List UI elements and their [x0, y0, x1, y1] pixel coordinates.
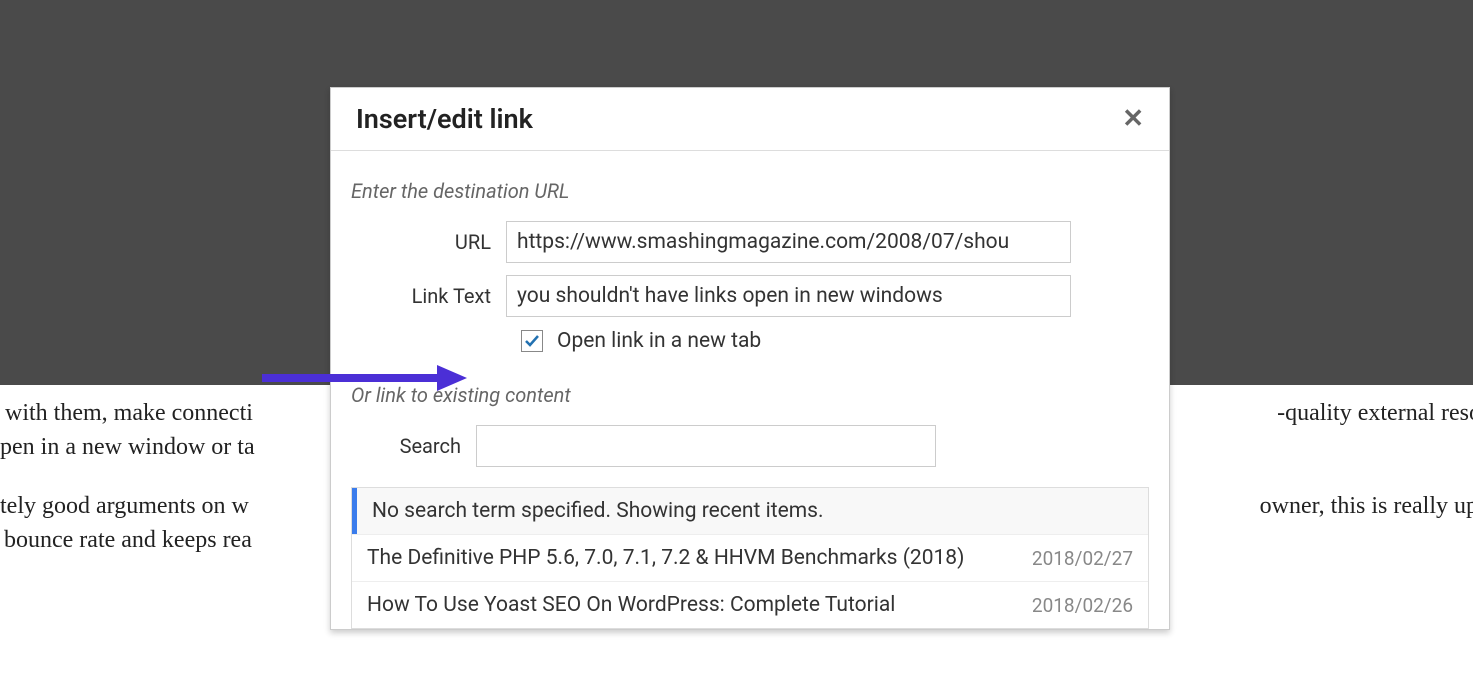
close-icon[interactable]: ✕ — [1122, 106, 1144, 132]
bg-text: bounce rate and keeps rea — [4, 527, 252, 554]
results-placeholder: No search term specified. Showing recent… — [352, 488, 1148, 534]
result-date: 2018/02/27 — [1032, 547, 1133, 570]
dialog-header: Insert/edit link ✕ — [331, 88, 1169, 151]
bg-text: -quality external resou — [1277, 400, 1473, 427]
list-item[interactable]: The Definitive PHP 5.6, 7.0, 7.1, 7.2 & … — [352, 534, 1148, 581]
url-label: URL — [351, 230, 506, 254]
result-date: 2018/02/26 — [1032, 594, 1133, 617]
result-title: The Definitive PHP 5.6, 7.0, 7.1, 7.2 & … — [367, 546, 964, 570]
bg-text: tely good arguments on w — [0, 493, 249, 520]
section-heading-existing: Or link to existing content — [351, 383, 1149, 407]
annotation-arrow-icon — [257, 363, 467, 397]
dialog-title: Insert/edit link — [356, 103, 533, 135]
linktext-row: Link Text — [351, 275, 1149, 317]
linktext-label: Link Text — [351, 284, 506, 308]
list-item[interactable]: How To Use Yoast SEO On WordPress: Compl… — [352, 581, 1148, 628]
new-tab-row: Open link in a new tab — [521, 329, 1149, 353]
bg-text: with them, make connecti — [5, 400, 253, 427]
search-label: Search — [351, 434, 476, 458]
search-input[interactable] — [476, 425, 936, 467]
bg-text: owner, this is really up — [1260, 493, 1473, 520]
search-row: Search — [351, 425, 1149, 467]
new-tab-checkbox[interactable] — [521, 330, 543, 352]
result-title: How To Use Yoast SEO On WordPress: Compl… — [367, 593, 895, 617]
new-tab-label: Open link in a new tab — [557, 329, 761, 353]
bg-text: pen in a new window or ta — [0, 434, 255, 461]
section-heading-destination: Enter the destination URL — [351, 179, 1149, 203]
url-input[interactable] — [506, 221, 1071, 263]
results-list[interactable]: The Definitive PHP 5.6, 7.0, 7.1, 7.2 & … — [352, 534, 1148, 628]
linktext-input[interactable] — [506, 275, 1071, 317]
results-container: No search term specified. Showing recent… — [351, 487, 1149, 629]
insert-link-dialog: Insert/edit link ✕ Enter the destination… — [330, 87, 1170, 630]
url-row: URL — [351, 221, 1149, 263]
checkmark-icon — [524, 333, 540, 349]
